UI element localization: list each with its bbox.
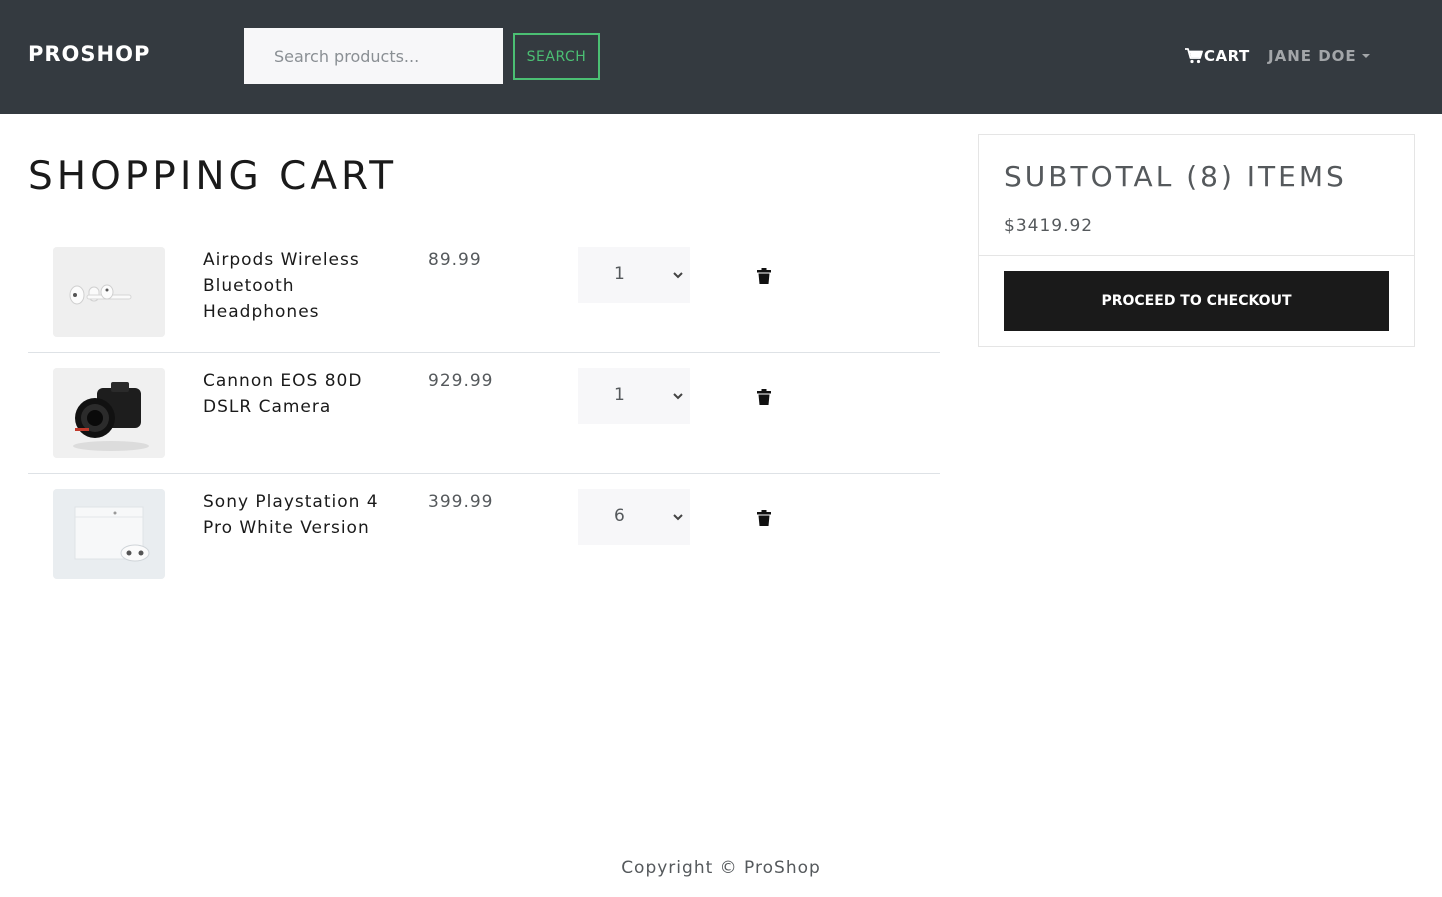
playstation-image[interactable] bbox=[53, 489, 165, 579]
item-name-link[interactable]: Cannon EOS 80D DSLR Camera bbox=[203, 368, 403, 420]
quantity-select[interactable]: 1 bbox=[578, 247, 690, 303]
trash-icon[interactable] bbox=[757, 268, 771, 284]
page-title: SHOPPING CART bbox=[28, 154, 398, 199]
chevron-down-icon bbox=[673, 514, 683, 521]
item-name-link[interactable]: Airpods Wireless Bluetooth Headphones bbox=[203, 247, 403, 325]
nav-cart-link[interactable]: CART bbox=[1185, 46, 1250, 66]
item-price: 89.99 bbox=[428, 250, 482, 270]
item-name-link[interactable]: Sony Playstation 4 Pro White Version bbox=[203, 489, 403, 541]
quantity-value: 1 bbox=[614, 264, 625, 284]
cart-item: Cannon EOS 80D DSLR Camera 929.99 1 bbox=[28, 353, 940, 474]
subtotal-amount: $3419.92 bbox=[1004, 216, 1094, 236]
trash-icon[interactable] bbox=[757, 389, 771, 405]
trash-icon[interactable] bbox=[757, 510, 771, 526]
chevron-down-icon bbox=[673, 393, 683, 400]
airpods-image[interactable] bbox=[53, 247, 165, 337]
quantity-value: 6 bbox=[614, 506, 625, 526]
subtotal-heading: SUBTOTAL (8) ITEMS bbox=[1004, 160, 1347, 193]
footer-copyright: Copyright © ProShop bbox=[621, 858, 821, 878]
user-dropdown[interactable]: JANE DOE bbox=[1268, 46, 1370, 66]
navbar: PROSHOP SEARCH CART JANE DOE bbox=[0, 0, 1442, 114]
quantity-select[interactable]: 6 bbox=[578, 489, 690, 545]
quantity-value: 1 bbox=[614, 385, 625, 405]
search-button[interactable]: SEARCH bbox=[513, 33, 600, 80]
divider bbox=[979, 255, 1414, 256]
order-summary-card: SUBTOTAL (8) ITEMS $3419.92 PROCEED TO C… bbox=[978, 134, 1415, 347]
chevron-down-icon bbox=[673, 272, 683, 279]
search-input[interactable] bbox=[244, 28, 503, 84]
cart-item-list: Airpods Wireless Bluetooth Headphones 89… bbox=[28, 232, 940, 595]
cart-item: Sony Playstation 4 Pro White Version 399… bbox=[28, 474, 940, 595]
quantity-select[interactable]: 1 bbox=[578, 368, 690, 424]
caret-down-icon bbox=[1361, 54, 1370, 58]
nav-cart-label: CART bbox=[1204, 47, 1250, 65]
user-name: JANE DOE bbox=[1268, 47, 1357, 65]
camera-image[interactable] bbox=[53, 368, 165, 458]
cart-item: Airpods Wireless Bluetooth Headphones 89… bbox=[28, 232, 940, 353]
item-price: 929.99 bbox=[428, 371, 494, 391]
item-price: 399.99 bbox=[428, 492, 494, 512]
brand-logo[interactable]: PROSHOP bbox=[28, 42, 150, 66]
checkout-button[interactable]: PROCEED TO CHECKOUT bbox=[1004, 271, 1389, 331]
cart-icon bbox=[1185, 48, 1203, 64]
